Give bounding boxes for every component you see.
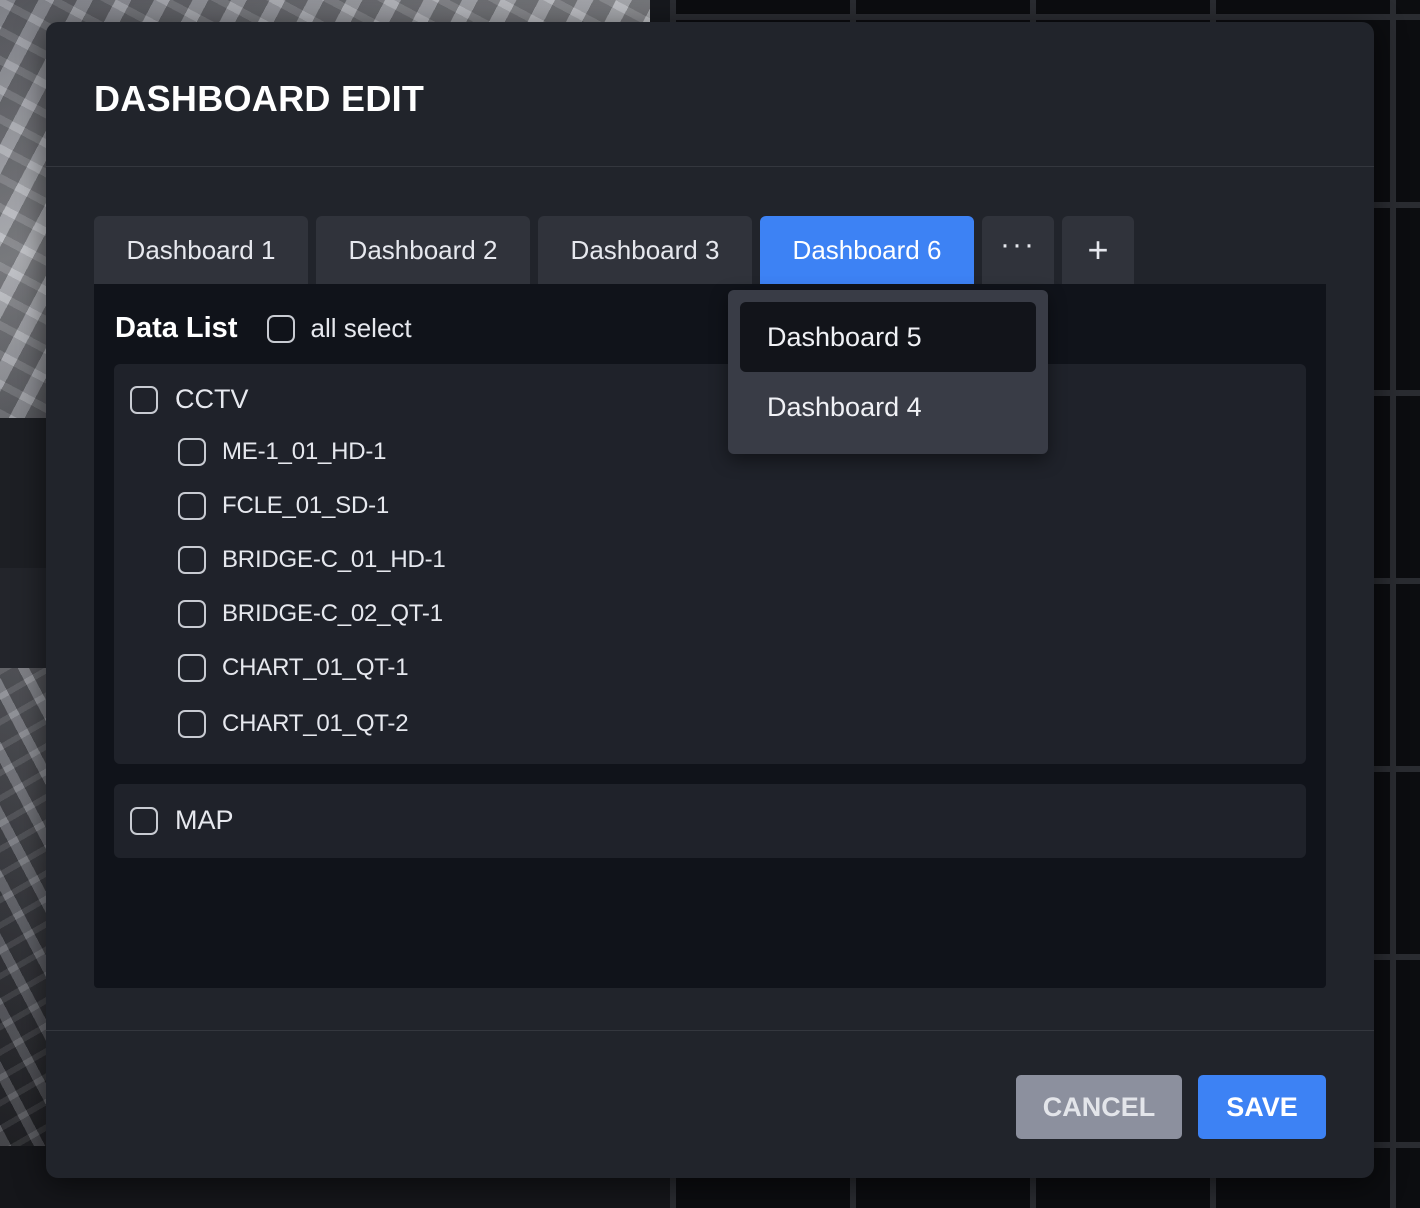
add-tab-button[interactable]: + <box>1062 216 1134 284</box>
list-item[interactable]: CHART_01_QT-2 <box>178 710 409 738</box>
list-item[interactable]: ME-1_01_HD-1 <box>178 438 387 466</box>
dropdown-item-dashboard-4[interactable]: Dashboard 4 <box>740 372 1036 442</box>
data-list-panel: Data List all select CCTV ME-1_01_HD-1 F… <box>94 284 1326 988</box>
list-item-label: ME-1_01_HD-1 <box>222 438 387 465</box>
list-item[interactable]: FCLE_01_SD-1 <box>178 492 389 520</box>
modal-footer: CANCEL SAVE <box>46 1030 1374 1178</box>
tab-dashboard-2[interactable]: Dashboard 2 <box>316 216 530 284</box>
group-checkbox-cctv[interactable]: CCTV <box>130 384 249 415</box>
list-item-label: BRIDGE-C_01_HD-1 <box>222 546 446 573</box>
checkbox-icon[interactable] <box>178 600 206 628</box>
data-list-header: Data List all select <box>115 312 412 345</box>
list-item-label: CHART_01_QT-1 <box>222 654 409 681</box>
checkbox-icon[interactable] <box>178 654 206 682</box>
list-item[interactable]: BRIDGE-C_01_HD-1 <box>178 546 446 574</box>
all-select-checkbox[interactable]: all select <box>267 313 412 344</box>
list-item-label: BRIDGE-C_02_QT-1 <box>222 600 443 627</box>
group-label: CCTV <box>175 384 249 414</box>
plus-icon: + <box>1087 229 1109 270</box>
tab-dashboard-3[interactable]: Dashboard 3 <box>538 216 752 284</box>
modal-title: DASHBOARD EDIT <box>94 78 425 119</box>
background-panel <box>0 418 46 568</box>
dashboard-tabs: Dashboard 1 Dashboard 2 Dashboard 3 Dash… <box>94 216 1142 284</box>
list-item[interactable]: BRIDGE-C_02_QT-1 <box>178 600 443 628</box>
dropdown-item-dashboard-5[interactable]: Dashboard 5 <box>740 302 1036 372</box>
more-tabs-dropdown: Dashboard 5 Dashboard 4 <box>728 290 1048 454</box>
all-select-label: all select <box>310 313 412 343</box>
list-item-label: CHART_01_QT-2 <box>222 710 409 737</box>
tab-dashboard-6[interactable]: Dashboard 6 <box>760 216 974 284</box>
checkbox-icon[interactable] <box>130 806 158 835</box>
group-label: MAP <box>175 805 234 835</box>
list-item[interactable]: CHART_01_QT-1 <box>178 654 409 682</box>
save-button[interactable]: SAVE <box>1198 1075 1326 1139</box>
checkbox-icon[interactable] <box>267 314 296 343</box>
checkbox-icon[interactable] <box>130 385 158 414</box>
more-horizontal-icon: ··· <box>1000 228 1036 261</box>
background-panel <box>0 568 46 668</box>
checkbox-icon[interactable] <box>178 438 206 466</box>
group-cctv: CCTV ME-1_01_HD-1 FCLE_01_SD-1 BRIDGE-C_… <box>114 364 1306 764</box>
list-item-label: FCLE_01_SD-1 <box>222 492 390 519</box>
group-checkbox-map[interactable]: MAP <box>130 805 234 836</box>
checkbox-icon[interactable] <box>178 710 206 738</box>
checkbox-icon[interactable] <box>178 546 206 574</box>
more-tabs-button[interactable]: ··· <box>982 216 1054 284</box>
checkbox-icon[interactable] <box>178 492 206 520</box>
modal-header: DASHBOARD EDIT <box>46 22 1374 167</box>
group-map: MAP <box>114 784 1306 858</box>
data-list-title: Data List <box>115 312 238 344</box>
tab-dashboard-1[interactable]: Dashboard 1 <box>94 216 308 284</box>
dashboard-edit-modal: DASHBOARD EDIT Dashboard 1 Dashboard 2 D… <box>46 22 1374 1178</box>
cancel-button[interactable]: CANCEL <box>1016 1075 1182 1139</box>
